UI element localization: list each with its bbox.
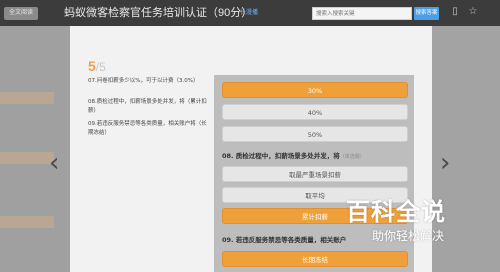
sidebar-bar bbox=[0, 152, 54, 164]
fulltext-button[interactable]: 全文阅读 bbox=[4, 7, 38, 20]
question-counter: 5/5 bbox=[88, 58, 106, 75]
option-long-term-freeze[interactable]: 长期冻结 bbox=[222, 251, 408, 267]
listen-button[interactable]: ♩ 长漫播 bbox=[232, 8, 258, 18]
question-9-text: 09. 若违反服务禁忌等各类质量，相关账户 bbox=[222, 236, 347, 244]
counter-current: 5 bbox=[88, 58, 96, 74]
sidebar-bar bbox=[0, 216, 54, 228]
listen-label: 长漫播 bbox=[240, 10, 259, 16]
left-sidebar bbox=[0, 26, 70, 272]
next-page-arrow-icon[interactable]: › bbox=[440, 150, 450, 176]
watermark-subtitle: 助你轻松解决 bbox=[372, 229, 445, 243]
prev-page-arrow-icon[interactable]: ‹ bbox=[49, 150, 59, 176]
option-most-severe[interactable]: 取最严重场景扣薪 bbox=[222, 166, 408, 182]
question-summary-item: 08.质检过程中，扣薪场景多处并发，将（累计扣薪） bbox=[88, 99, 207, 114]
sidebar-bar bbox=[0, 92, 54, 104]
counter-total: /5 bbox=[95, 60, 106, 74]
search-input[interactable] bbox=[312, 7, 412, 20]
question-8-text: 08. 质检过程中，扣薪场景多处并发，将（单选题） bbox=[222, 151, 365, 162]
document-title: 蚂蚁微客检察官任务培训认证（90分） bbox=[64, 7, 253, 19]
question-summary-item: 07.问卷扣薪多少以%，可于以计费（3.0%） bbox=[88, 78, 199, 84]
search-button[interactable]: 搜索答案 bbox=[414, 7, 439, 20]
question-summary-item: 09.若违反服务禁忌等各类质量，相关账户将（长期冻结） bbox=[88, 121, 207, 136]
question-8-hint: （单选题） bbox=[339, 154, 365, 160]
phone-icon[interactable]: ▯ bbox=[448, 4, 462, 20]
watermark-title: 百科全说 bbox=[346, 198, 446, 226]
question-8-label: 08. 质检过程中，扣薪场景多处并发，将 bbox=[222, 152, 340, 160]
option-40-percent[interactable]: 40% bbox=[222, 104, 408, 120]
star-icon[interactable]: ☆ bbox=[466, 4, 480, 20]
speaker-icon: ♩ bbox=[232, 10, 238, 16]
option-50-percent[interactable]: 50% bbox=[222, 126, 408, 142]
option-30-percent[interactable]: 30% bbox=[222, 82, 408, 98]
